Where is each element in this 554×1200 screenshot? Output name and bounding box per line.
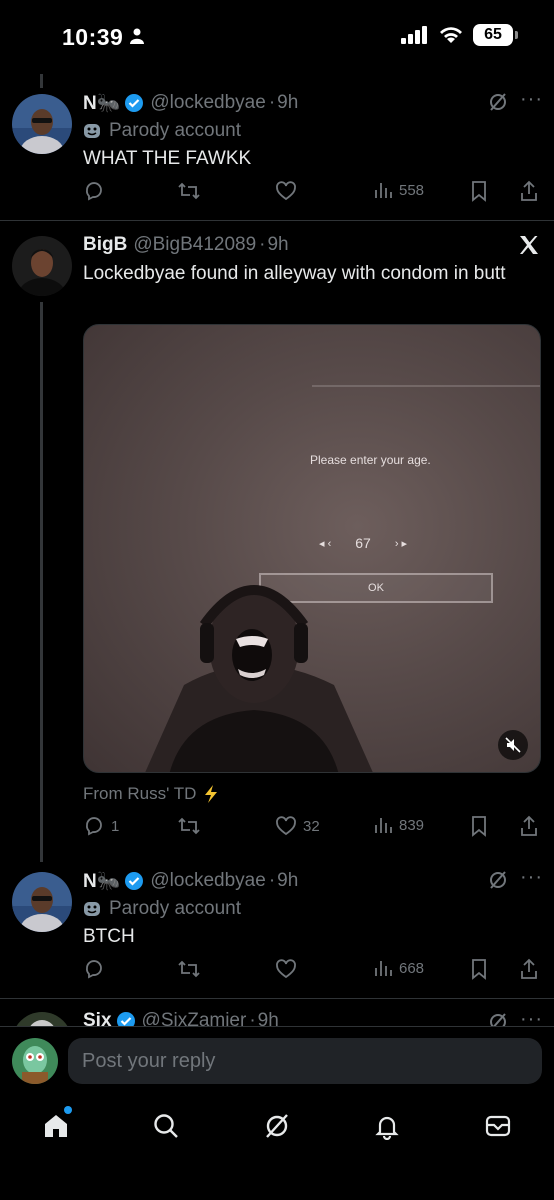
display-name[interactable]: N🐜: [83, 869, 120, 893]
timestamp: 9h: [257, 1010, 279, 1026]
like-button[interactable]: [275, 958, 303, 980]
more-icon[interactable]: ···: [520, 866, 543, 889]
parody-mask-icon: [84, 902, 100, 916]
notifications-icon: [375, 1116, 399, 1140]
home-icon: [45, 1115, 67, 1137]
more-icon[interactable]: ···: [520, 1008, 543, 1026]
tweet-actions: 668: [83, 958, 540, 982]
tab-notifications[interactable]: [371, 1110, 403, 1142]
avatar[interactable]: [12, 872, 72, 932]
parody-label: Parody account: [83, 898, 241, 920]
tab-search[interactable]: [150, 1110, 182, 1142]
tweet-item[interactable]: N🐜 @lockedbyae · 9h ··· Parody account B…: [0, 0, 554, 998]
views-count: 668: [399, 959, 425, 977]
display-name[interactable]: Six: [83, 1010, 112, 1026]
avatar[interactable]: [12, 1012, 72, 1026]
reply-button[interactable]: [83, 958, 111, 980]
verified-badge-icon: [125, 872, 144, 890]
grok-icon[interactable]: [488, 1012, 508, 1026]
retweet-button[interactable]: [177, 958, 201, 980]
tab-bar: [0, 1096, 554, 1200]
search-icon: [154, 1114, 178, 1138]
tab-messages[interactable]: [482, 1110, 514, 1142]
views-icon: [375, 961, 392, 976]
grok-icon: [266, 1114, 288, 1138]
share-icon: [521, 958, 537, 979]
tab-grok[interactable]: [261, 1110, 293, 1142]
grok-icon[interactable]: [488, 870, 508, 890]
reply-input[interactable]: [68, 1038, 542, 1084]
dot-separator: ·: [249, 1010, 256, 1026]
verified-badge-icon: [116, 1012, 135, 1026]
tab-home[interactable]: [40, 1106, 72, 1142]
messages-icon: [485, 1115, 511, 1137]
parody-text: Parody account: [109, 898, 242, 919]
retweet-icon: [178, 960, 200, 978]
notification-dot: [64, 1106, 72, 1114]
bookmark-button[interactable]: [469, 958, 489, 980]
handle[interactable]: @SixZamier: [142, 1010, 247, 1026]
heart-icon: [276, 959, 296, 979]
views-button[interactable]: 668: [373, 958, 424, 978]
reply-bar: [0, 1026, 554, 1096]
tweet-item[interactable]: Six @SixZamier · 9h ···: [0, 998, 554, 1026]
handle[interactable]: @lockedbyae: [150, 870, 265, 892]
timestamp: 9h: [277, 870, 299, 891]
tweet-text: BTCH: [83, 926, 135, 947]
user-avatar[interactable]: [12, 1038, 58, 1084]
bookmark-icon: [472, 959, 486, 980]
dot-separator: ·: [268, 870, 276, 891]
reply-icon: [86, 960, 102, 979]
share-button[interactable]: [519, 958, 539, 980]
